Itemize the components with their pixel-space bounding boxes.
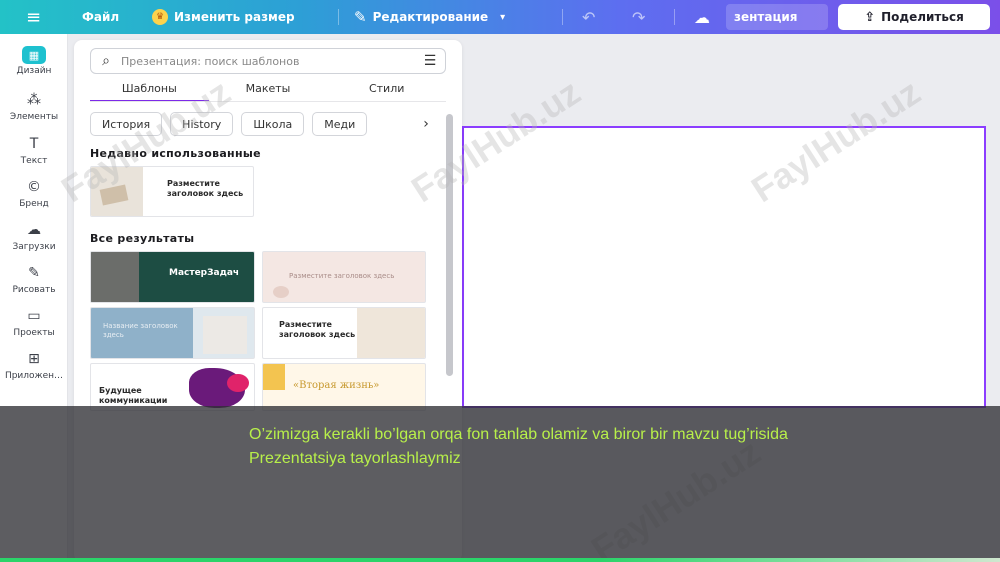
draw-icon: ✎ [28, 265, 40, 281]
sidebar-item-label: Рисовать [12, 285, 56, 295]
undo-icon[interactable]: ↶ [582, 0, 595, 34]
card-title: Разместите заголовок здесь [167, 179, 244, 198]
results-heading: Все результаты [90, 232, 195, 245]
edit-mode-button[interactable]: ✎ Редактирование ▾ [354, 0, 505, 34]
template-card[interactable]: Разместите заголовок здесь [262, 251, 426, 303]
elements-icon: ⁂ [27, 92, 41, 108]
sidebar-item-label: Приложен… [4, 371, 64, 381]
present-button[interactable]: зентация [726, 4, 828, 30]
recent-template-card[interactable]: Разместите заголовок здесь [90, 166, 254, 217]
sidebar-item-design[interactable]: ▦ Дизайн [0, 46, 68, 76]
tab-styles[interactable]: Стили [327, 78, 446, 102]
sidebar-item-label: Проекты [13, 328, 55, 338]
template-card[interactable]: Будущее коммуникации [90, 363, 255, 411]
card-title: «Вторая жизнь» [293, 380, 380, 391]
chip-history[interactable]: History [170, 112, 234, 136]
text-icon: T [29, 136, 39, 152]
sidebar-item-elements[interactable]: ⁂ Элементы [0, 90, 68, 122]
sidebar-item-apps[interactable]: ⊞ Приложен… [0, 349, 68, 381]
sidebar-item-label: Элементы [9, 112, 59, 122]
tab-templates[interactable]: Шаблоны [90, 78, 209, 102]
resize-button[interactable]: ♛ Изменить размер [152, 0, 295, 34]
divider [562, 9, 563, 25]
file-menu-button[interactable]: Файл [82, 0, 119, 34]
search-input[interactable] [121, 54, 415, 68]
card-title: Разместите заголовок здесь [289, 272, 395, 280]
apps-icon: ⊞ [28, 351, 40, 367]
folder-icon: ▭ [27, 308, 41, 324]
divider [674, 9, 675, 25]
card-title: МастерЗадач [169, 268, 240, 278]
template-thumbnail [91, 167, 143, 216]
caption-text: O’zimizga kerakli bo’lgan orqa fon tanla… [249, 426, 788, 467]
share-label: Поделиться [881, 10, 964, 24]
sidebar-item-label: Дизайн [16, 66, 52, 76]
card-title: Будущее коммуникации [99, 386, 168, 405]
menu-icon[interactable]: ≡ [26, 0, 41, 34]
slide-canvas[interactable] [462, 126, 986, 408]
sidebar-item-brand[interactable]: © Бренд [0, 177, 68, 209]
sidebar-item-label: Бренд [19, 199, 49, 209]
panel-tabs: Шаблоны Макеты Стили [90, 78, 446, 102]
edit-label: Редактирование [372, 10, 489, 24]
sidebar-item-text[interactable]: T Текст [0, 134, 68, 166]
sidebar-item-draw[interactable]: ✎ Рисовать [0, 263, 68, 295]
design-icon: ▦ [22, 46, 46, 64]
search-icon: ⌕ [102, 53, 110, 69]
card-title: Название заголовок здесь [103, 322, 178, 339]
chip-school[interactable]: Школа [241, 112, 305, 136]
divider [90, 101, 446, 102]
divider [338, 9, 339, 25]
sidebar-item-uploads[interactable]: ☁ Загрузки [0, 220, 68, 252]
progress-strip [0, 558, 1000, 562]
chip-media[interactable]: Меди [312, 112, 368, 136]
share-button[interactable]: ⇪ Поделиться [838, 4, 990, 30]
template-card[interactable]: Разместите заголовок здесь [262, 307, 426, 359]
template-thumbnail [91, 252, 139, 302]
brand-icon: © [27, 179, 41, 195]
upload-icon: ☁ [27, 222, 41, 238]
panel-scroll-thumb[interactable] [446, 114, 453, 376]
share-icon: ⇪ [864, 9, 876, 25]
recent-heading: Недавно использованные [90, 147, 261, 160]
template-card[interactable]: «Вторая жизнь» [262, 363, 426, 411]
tab-layouts[interactable]: Макеты [209, 78, 328, 102]
template-card[interactable]: Название заголовок здесь [90, 307, 255, 359]
sidebar-item-label: Загрузки [12, 242, 56, 252]
pencil-icon: ✎ [354, 8, 367, 26]
crown-icon: ♛ [152, 9, 168, 25]
template-card[interactable]: МастерЗадач [90, 251, 255, 303]
filter-icon[interactable]: ☰ [415, 53, 445, 69]
chevron-right-icon[interactable]: › [414, 112, 438, 136]
chevron-down-icon: ▾ [500, 11, 506, 23]
cloud-save-icon[interactable]: ☁ [694, 0, 710, 34]
redo-icon[interactable]: ↷ [632, 0, 645, 34]
card-title: Разместите заголовок здесь [279, 320, 356, 339]
category-chips: История History Школа Меди [90, 112, 368, 136]
chip-history-ru[interactable]: История [90, 112, 163, 136]
template-search: ⌕ ☰ [90, 48, 446, 74]
sidebar-item-projects[interactable]: ▭ Проекты [0, 306, 68, 338]
resize-label: Изменить размер [174, 10, 295, 24]
sidebar-item-label: Текст [20, 156, 48, 166]
top-bar: ≡ Файл ♛ Изменить размер ✎ Редактировани… [0, 0, 1000, 34]
